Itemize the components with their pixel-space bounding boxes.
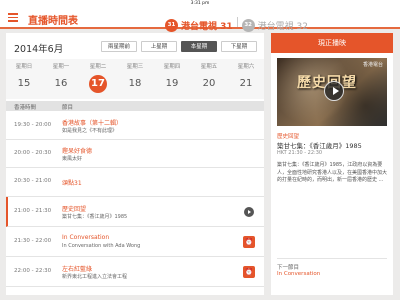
row-time: 21:00 - 21:30: [14, 208, 52, 214]
weekday-label: 星期一: [52, 64, 70, 70]
day-thu[interactable]: 星期四 19: [154, 59, 190, 93]
weekday-label: 星期三: [126, 64, 144, 70]
date-number: 15: [17, 78, 31, 89]
row-title[interactable]: 香港故事（第十二輯）: [62, 118, 122, 127]
page-title: 直播時間表: [28, 16, 78, 27]
row-title[interactable]: 歷史回望: [62, 204, 86, 213]
row-title[interactable]: 左右紅藍綠: [62, 264, 92, 273]
menu-icon[interactable]: [8, 13, 18, 22]
play-icon[interactable]: [324, 81, 344, 101]
channel-divider: [236, 16, 238, 27]
row-subtitle: 築甘七集：《香江歲月》1985: [62, 214, 128, 220]
date-number: 16: [54, 78, 68, 89]
row-subtitle: 如是我見之《不有此理》: [62, 128, 118, 134]
row-title[interactable]: 鏗呆好食德: [62, 146, 92, 155]
now-playing-panel: 現正播映 歷史回望 香港電台 歷史回望 築甘七集：《香江歲月》1985 HKT …: [271, 33, 393, 295]
channel-32-label: 港台電視 32: [257, 22, 308, 32]
month-label: 2014年6月: [14, 44, 64, 55]
live-thumbnail[interactable]: 歷史回望 香港電台: [277, 58, 387, 126]
time-column-header: 香港時間: [14, 105, 37, 111]
day-tue[interactable]: 星期二 17: [80, 59, 116, 93]
now-description: 築甘七集：《香江歲月》1985，江政府以資為要人，全面性地研究香港人以及，在美國…: [277, 162, 388, 183]
table-row[interactable]: 20:30 - 21:00 頌點31: [6, 168, 264, 197]
day-selector: 星期日 15 星期一 16 星期二 17 星期三 18 星期四 19 星期五 2…: [6, 59, 264, 99]
table-row-current[interactable]: 21:00 - 21:30 歷史回望 築甘七集：《香江歲月》1985: [6, 197, 264, 227]
row-title[interactable]: 頌點31: [62, 178, 82, 187]
week-navigation: 兩星期前 上星期 本星期 下星期: [101, 41, 257, 52]
table-row[interactable]: 19:30 - 20:00 香港故事（第十二輯） 如是我見之《不有此理》: [6, 112, 264, 140]
alarm-clock-icon[interactable]: ⏰: [243, 266, 255, 278]
tab-channel-31[interactable]: 31 港台電視 31: [165, 19, 233, 32]
row-time: 21:30 - 22:00: [14, 238, 52, 244]
weekday-label: 星期二: [89, 64, 107, 70]
row-title[interactable]: In Conversation: [62, 234, 109, 241]
channel-31-logo-icon: 31: [165, 19, 178, 32]
schedule-rows: 19:30 - 20:00 香港故事（第十二輯） 如是我見之《不有此理》 20:…: [6, 112, 264, 287]
table-row[interactable]: 21:30 - 22:00 In Conversation In Convers…: [6, 227, 264, 257]
date-number: 21: [239, 78, 253, 89]
weekday-label: 星期四: [163, 64, 181, 70]
day-sat[interactable]: 星期六 21: [228, 59, 264, 93]
channel-32-logo-icon: 32: [241, 19, 255, 32]
live-now-button[interactable]: 現正播映: [271, 33, 393, 53]
program-column-header: 節目: [62, 105, 74, 111]
top-bar: 直播時間表 31 港台電視 31 32 港台電視 32: [0, 7, 400, 32]
row-subtitle: In Conversation with Ada Wong: [62, 243, 141, 249]
date-number: 19: [165, 78, 179, 89]
tab-channel-32[interactable]: 32 港台電視 32: [241, 19, 308, 32]
day-mon[interactable]: 星期一 16: [43, 59, 79, 93]
this-week-button[interactable]: 本星期: [181, 41, 217, 52]
weekday-label: 星期五: [200, 64, 218, 70]
table-row[interactable]: 20:00 - 20:30 鏗呆好食德 東風太好: [6, 140, 264, 168]
row-subtitle: 新界東北工程進入立法會工程: [62, 274, 128, 280]
row-time: 22:00 - 22:30: [14, 268, 52, 274]
status-time: 3:31 pm: [190, 1, 210, 6]
day-sun[interactable]: 星期日 15: [6, 59, 42, 93]
now-title: 築甘七集：《香江歲月》1985: [277, 142, 362, 150]
date-number: 20: [202, 78, 216, 89]
weekday-label: 星期六: [237, 64, 255, 70]
play-icon[interactable]: [244, 207, 254, 217]
day-wed[interactable]: 星期三 18: [117, 59, 153, 93]
date-number: 17: [89, 75, 107, 93]
next-program-label: 下一節目: [277, 258, 387, 271]
last-week-button[interactable]: 上星期: [141, 41, 177, 52]
schedule-panel: 2014年6月 兩星期前 上星期 本星期 下星期 星期日 15 星期一 16 星…: [6, 33, 264, 295]
now-category: 歷史回望: [277, 134, 300, 140]
row-time: 20:30 - 21:00: [14, 178, 52, 184]
row-time: 20:00 - 20:30: [14, 150, 52, 156]
next-program-title[interactable]: In Conversation: [277, 271, 320, 277]
now-time: HKT 21:30 - 22:30: [277, 150, 323, 156]
channel-tabs: 31 港台電視 31 32 港台電視 32: [165, 11, 314, 32]
next-week-button[interactable]: 下星期: [221, 41, 257, 52]
status-bar: 3:31 pm: [0, 0, 400, 7]
row-time: 19:30 - 20:00: [14, 122, 52, 128]
two-weeks-ago-button[interactable]: 兩星期前: [101, 41, 137, 52]
date-number: 18: [128, 78, 142, 89]
channel-31-label: 港台電視 31: [181, 22, 233, 32]
alarm-clock-icon[interactable]: ⏰: [243, 236, 255, 248]
schedule-table-header: 香港時間 節目: [6, 101, 264, 111]
row-subtitle: 東風太好: [62, 156, 83, 162]
weekday-label: 星期日: [15, 64, 33, 70]
day-fri[interactable]: 星期五 20: [191, 59, 227, 93]
table-row[interactable]: 22:00 - 22:30 左右紅藍綠 新界東北工程進入立法會工程 ⏰: [6, 257, 264, 287]
thumbnail-tag: 香港電台: [362, 62, 383, 68]
